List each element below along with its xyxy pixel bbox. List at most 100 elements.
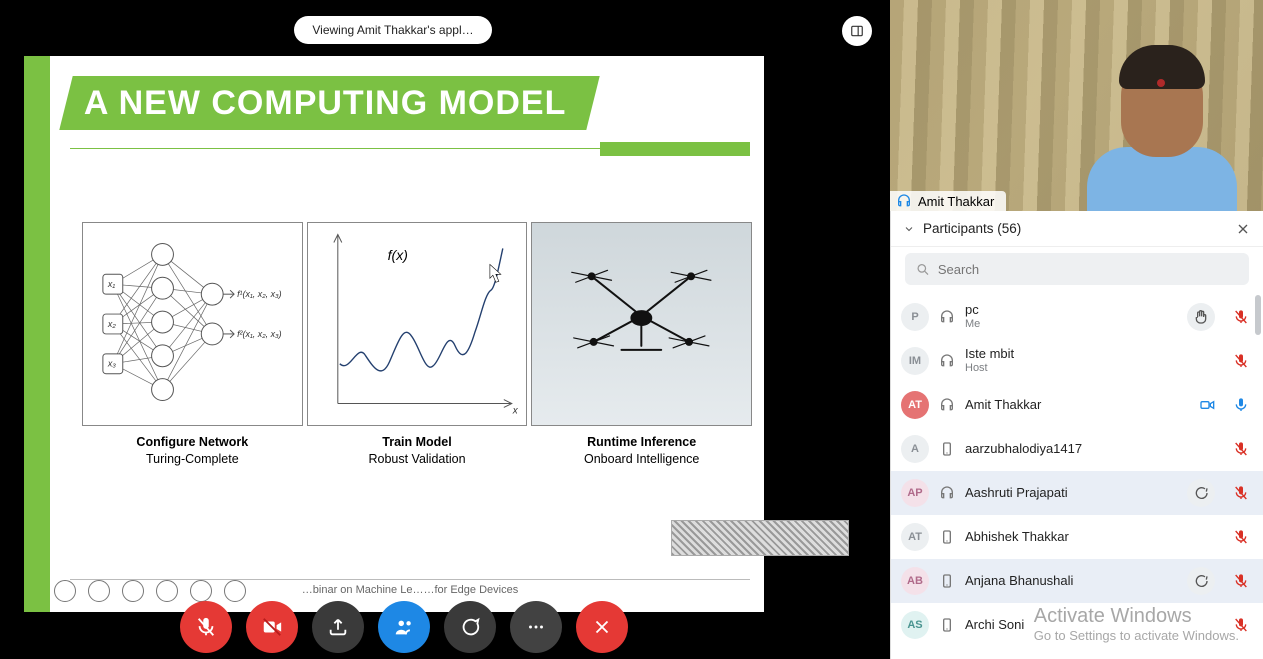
svg-text:x₃: x₃	[107, 359, 116, 369]
annot-btn-1[interactable]	[54, 580, 76, 602]
viewing-indicator[interactable]: Viewing Amit Thakkar's appl…	[294, 16, 492, 44]
participant-row[interactable]: IM Iste mbitHost	[891, 339, 1263, 383]
svg-text:f²(x₁, x₂, x₃): f²(x₁, x₂, x₃)	[237, 329, 282, 339]
slide-left-accent	[24, 56, 50, 612]
neural-net-svg: x₁ x₂ x₃ f¹(x₁, x₂, x₃) f²(x₁, x₂, x₃)	[83, 223, 302, 425]
search-icon	[915, 261, 930, 277]
chat-indicator[interactable]	[1187, 479, 1215, 507]
label-col-2: Runtime InferenceOnboard Intelligence	[531, 434, 752, 468]
phone-icon	[939, 573, 955, 589]
avatar: IM	[901, 347, 929, 375]
stage-annotation-controls	[54, 580, 246, 602]
mic-off-icon	[1233, 485, 1249, 501]
drone-svg	[532, 223, 751, 425]
participants-icon	[393, 616, 415, 638]
active-speaker-video[interactable]: Amit Thakkar	[890, 0, 1263, 211]
phone-icon	[939, 529, 955, 545]
avatar: AS	[901, 611, 929, 639]
slide-title: A NEW COMPUTING MODEL	[59, 76, 599, 130]
meeting-toolbar	[180, 601, 628, 653]
avatar: P	[901, 303, 929, 331]
mic-off-icon	[195, 616, 217, 638]
headset-icon	[939, 353, 955, 369]
avatar: AT	[901, 523, 929, 551]
participant-row[interactable]: AT Abhishek Thakkar	[891, 515, 1263, 559]
svg-text:x₁: x₁	[107, 279, 115, 289]
participants-button[interactable]	[378, 601, 430, 653]
diagram-function-graph: x f(x)	[307, 222, 528, 426]
participant-name: Aashruti Prajapati	[965, 486, 1068, 501]
mute-button[interactable]	[180, 601, 232, 653]
panel-toggle-button[interactable]	[842, 16, 872, 46]
participant-name: Archi Soni	[965, 618, 1024, 633]
participant-row[interactable]: AT Amit Thakkar	[891, 383, 1263, 427]
annot-btn-2[interactable]	[88, 580, 110, 602]
end-call-button[interactable]	[576, 601, 628, 653]
annot-btn-6[interactable]	[224, 580, 246, 602]
participants-search[interactable]	[905, 253, 1249, 285]
mic-off-icon	[1233, 353, 1249, 369]
participant-name: pcMe	[965, 303, 980, 331]
diagram-neural-net: x₁ x₂ x₃ f¹(x₁, x₂, x₃) f²(x₁, x₂, x₃)	[82, 222, 303, 426]
close-icon	[1235, 221, 1251, 237]
phone-icon	[939, 617, 955, 633]
participants-panel: Participants (56) PpcMe IM Iste mbitHost AT…	[890, 211, 1263, 659]
participant-name: Iste mbitHost	[965, 347, 1014, 375]
fx-label: f(x)	[388, 247, 408, 263]
video-name-text: Amit Thakkar	[918, 194, 994, 209]
participant-name: Amit Thakkar	[965, 398, 1041, 413]
headset-icon	[896, 193, 912, 209]
chat-indicator[interactable]	[1187, 567, 1215, 595]
participant-name: aarzubhalodiya1417	[965, 442, 1082, 457]
chat-button[interactable]	[444, 601, 496, 653]
camera-on-icon	[1199, 397, 1215, 413]
avatar: AP	[901, 479, 929, 507]
share-button[interactable]	[312, 601, 364, 653]
svg-text:x₂: x₂	[107, 319, 116, 329]
scrollbar[interactable]	[1255, 295, 1261, 335]
annot-btn-5[interactable]	[190, 580, 212, 602]
participant-row[interactable]: ABAnjana Bhanushali	[891, 559, 1263, 603]
slide-title-text: A NEW COMPUTING MODEL	[84, 84, 567, 123]
share-icon	[327, 616, 349, 638]
chevron-down-icon	[903, 223, 915, 235]
avatar: AB	[901, 567, 929, 595]
mic-off-icon	[1233, 573, 1249, 589]
headset-icon	[939, 397, 955, 413]
video-off-button[interactable]	[246, 601, 298, 653]
shared-slide: A NEW COMPUTING MODEL	[24, 56, 764, 612]
annot-btn-3[interactable]	[122, 580, 144, 602]
participants-header-text: Participants (56)	[923, 221, 1021, 236]
participants-header[interactable]: Participants (56)	[891, 211, 1263, 247]
participants-list[interactable]: PpcMe IM Iste mbitHost AT Amit Thakkar Aaarzu…	[891, 295, 1263, 659]
participant-row[interactable]: PpcMe	[891, 295, 1263, 339]
panel-layout-icon	[850, 24, 864, 38]
label-col-1: Train ModelRobust Validation	[307, 434, 528, 468]
headset-icon	[939, 309, 955, 325]
svg-text:f¹(x₁, x₂, x₃): f¹(x₁, x₂, x₃)	[237, 289, 282, 299]
more-button[interactable]	[510, 601, 562, 653]
raise-hand-indicator[interactable]	[1187, 303, 1215, 331]
phone-icon	[939, 441, 955, 457]
annot-btn-4[interactable]	[156, 580, 178, 602]
slide-divider-accent	[600, 142, 750, 156]
participant-row[interactable]: AS Archi Soni	[891, 603, 1263, 647]
headset-icon	[939, 485, 955, 501]
mic-off-icon	[1233, 441, 1249, 457]
person-silhouette	[1057, 27, 1257, 211]
avatar: AT	[901, 391, 929, 419]
participant-row[interactable]: AP Aashruti Prajapati	[891, 471, 1263, 515]
search-input[interactable]	[938, 262, 1239, 277]
mic-off-icon	[1233, 617, 1249, 633]
video-name-label: Amit Thakkar	[890, 191, 1006, 211]
participant-row[interactable]: Aaarzubhalodiya1417	[891, 427, 1263, 471]
more-icon	[525, 616, 547, 638]
participant-name: Abhishek Thakkar	[965, 530, 1069, 545]
presentation-stage: A NEW COMPUTING MODEL	[24, 56, 864, 612]
label-col-0: Configure NetworkTuring-Complete	[82, 434, 303, 468]
function-graph-svg: x	[308, 223, 527, 425]
diagram-drone	[531, 222, 752, 426]
participants-close-button[interactable]	[1235, 221, 1251, 237]
avatar: A	[901, 435, 929, 463]
viewing-text: Viewing Amit Thakkar's appl…	[312, 23, 473, 37]
